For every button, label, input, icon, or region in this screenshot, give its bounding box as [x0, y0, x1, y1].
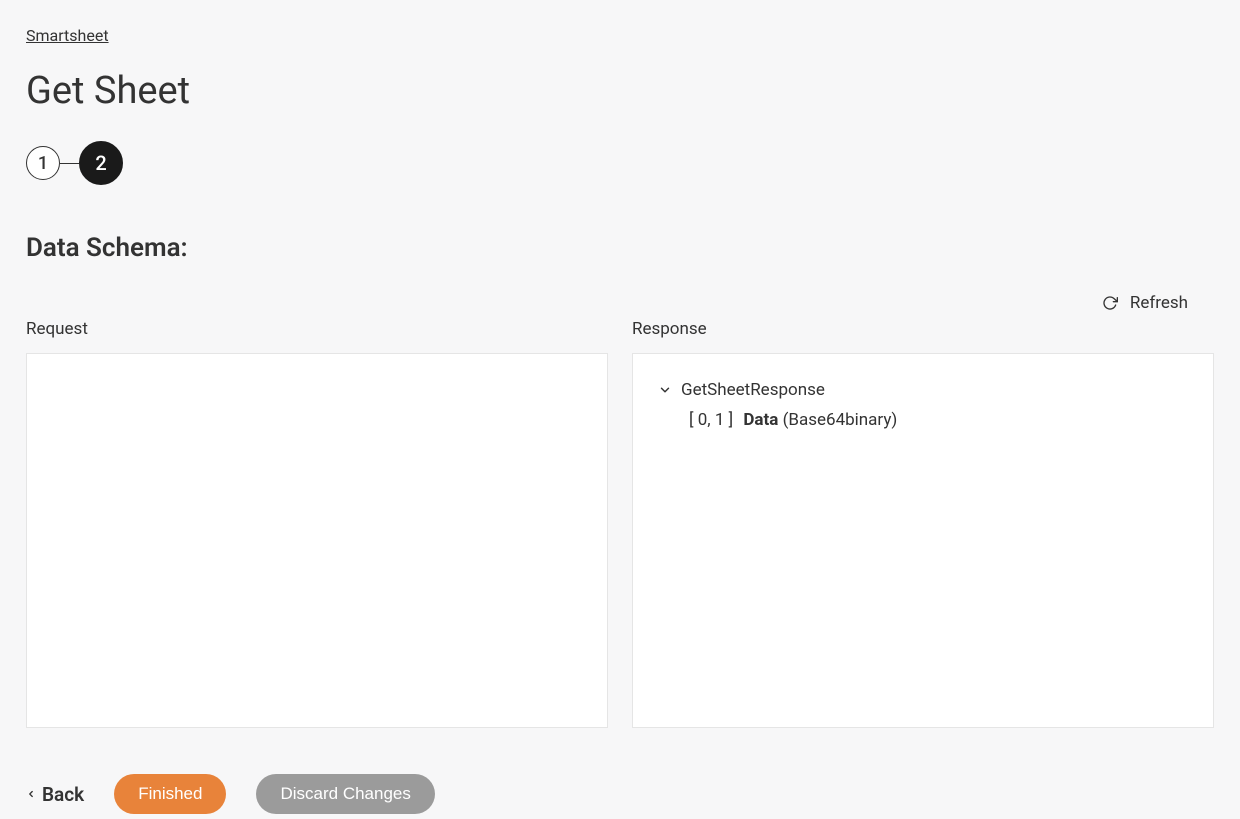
section-title: Data Schema: [26, 233, 1214, 263]
tree-field-type: (Base64binary) [783, 410, 898, 430]
response-label: Response [632, 319, 1214, 339]
back-label: Back [42, 783, 84, 806]
tree-root-label: GetSheetResponse [681, 380, 825, 400]
tree-node-root[interactable]: GetSheetResponse [657, 374, 1189, 406]
request-panel [26, 353, 608, 728]
response-panel: GetSheetResponse [ 0, 1 ] Data (Base64bi… [632, 353, 1214, 728]
refresh-button[interactable]: Refresh [1102, 293, 1188, 313]
page-title: Get Sheet [26, 69, 1214, 113]
refresh-label: Refresh [1130, 293, 1188, 313]
back-button[interactable]: Back [26, 783, 84, 806]
breadcrumb-link[interactable]: Smartsheet [26, 26, 109, 45]
stepper: 1 2 [26, 141, 1214, 185]
refresh-icon [1102, 295, 1118, 311]
step-1[interactable]: 1 [26, 146, 60, 180]
finished-button[interactable]: Finished [114, 774, 226, 814]
chevron-left-icon [26, 783, 36, 806]
tree-field-name: Data [743, 410, 778, 430]
step-2[interactable]: 2 [79, 141, 123, 185]
step-connector [60, 163, 79, 164]
chevron-down-icon [657, 382, 673, 398]
discard-button[interactable]: Discard Changes [256, 774, 434, 814]
tree-node-child[interactable]: [ 0, 1 ] Data (Base64binary) [657, 406, 1189, 430]
tree-cardinality: [ 0, 1 ] [689, 410, 733, 430]
request-label: Request [26, 319, 608, 339]
